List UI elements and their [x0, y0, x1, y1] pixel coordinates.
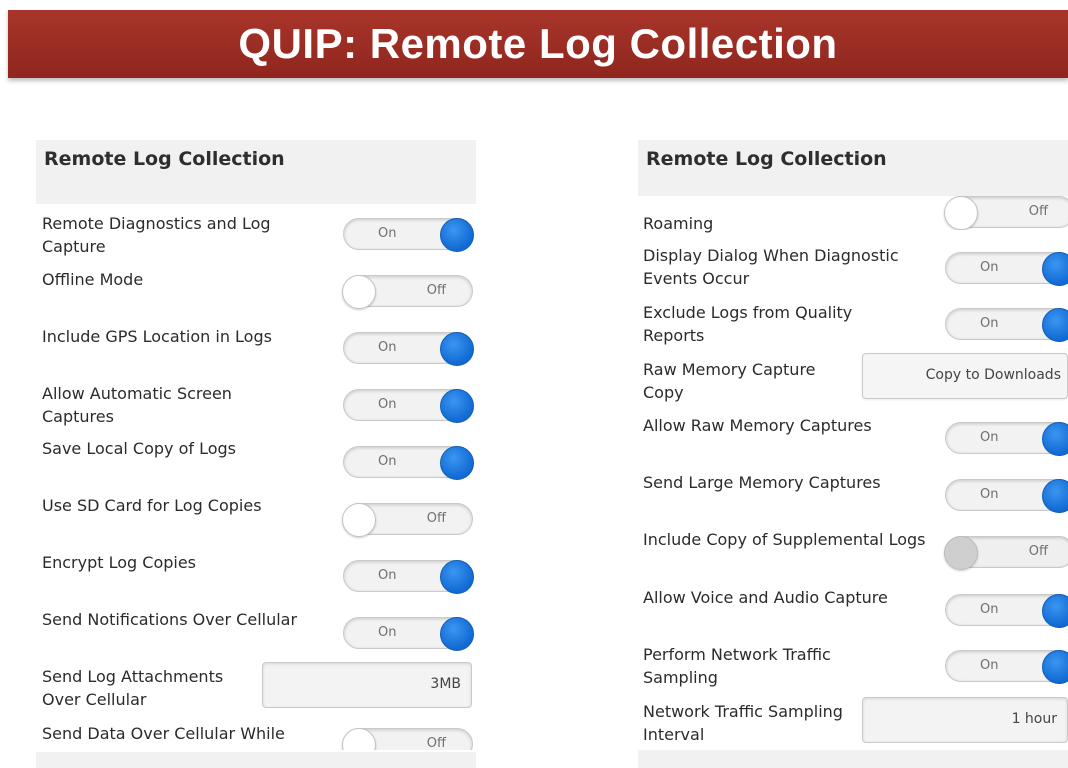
toggle-knob	[440, 332, 474, 366]
toggle-knob	[342, 275, 376, 309]
left-section-footer	[36, 752, 476, 768]
use-sd-card-toggle[interactable]: Off	[342, 503, 473, 537]
left-section-title: Remote Log Collection	[44, 148, 285, 170]
field-value: 3MB	[430, 676, 461, 692]
include-gps-label: Include GPS Location in Logs	[42, 327, 272, 346]
toggle-knob	[440, 617, 474, 651]
toggle-state-text: On	[980, 316, 999, 331]
toggle-knob	[944, 536, 978, 570]
send-large-memory-clip: On	[940, 477, 1068, 517]
network-traffic-sampling-toggle[interactable]: On	[945, 650, 1068, 684]
toggle-state-text: Off	[426, 511, 446, 526]
toggle-knob	[1042, 479, 1068, 513]
toggle-knob	[342, 728, 376, 750]
raw-memory-capture-copy-label: Raw Memory Capture Copy	[643, 360, 816, 402]
toggle-state-text: On	[980, 658, 999, 673]
log-attachments-cellular-label: Send Log Attachments Over Cellular	[42, 667, 224, 709]
remote-diagnostics-toggle[interactable]: On	[343, 218, 474, 252]
toggle-state-text: On	[378, 226, 397, 241]
toggle-state-text: Off	[426, 283, 446, 298]
allow-raw-memory-clip: On	[940, 420, 1068, 460]
log-attachments-size-field[interactable]: 3MB	[262, 662, 472, 708]
encrypt-log-copies-label: Encrypt Log Copies	[42, 553, 197, 572]
supplemental-logs-label: Include Copy of Supplemental Logs	[643, 530, 926, 549]
sampling-interval-field[interactable]: 1 hour	[862, 697, 1068, 743]
toggle-knob	[944, 196, 978, 230]
toggle-knob	[1042, 594, 1068, 628]
right-section-title: Remote Log Collection	[646, 148, 887, 170]
roaming-toggle[interactable]: Off	[944, 196, 1068, 230]
exclude-logs-clip: On	[940, 306, 1068, 346]
toggle-knob	[1042, 308, 1068, 342]
send-notifications-cellular-toggle[interactable]: On	[343, 617, 474, 651]
offline-mode-toggle[interactable]: Off	[342, 275, 473, 309]
allow-raw-memory-label: Allow Raw Memory Captures	[643, 416, 872, 435]
right-section-footer	[638, 750, 1068, 768]
toggle-state-text: On	[378, 568, 397, 583]
voice-audio-capture-clip: On	[940, 592, 1068, 632]
use-sd-card-label: Use SD Card for Log Copies	[42, 496, 262, 515]
offline-mode-label: Offline Mode	[42, 270, 144, 289]
roaming-clip: Off	[940, 196, 1068, 230]
supplemental-logs-clip: Off	[940, 534, 1068, 574]
display-dialog-label: Display Dialog When Diagnostic Events Oc…	[643, 246, 899, 288]
sampling-interval-label: Network Traffic Sampling Interval	[643, 702, 843, 744]
toggle-state-text: On	[980, 487, 999, 502]
button-label: Copy to Downloads	[925, 367, 1061, 383]
toggle-state-text: On	[378, 454, 397, 469]
toggle-knob	[440, 389, 474, 423]
exclude-logs-label: Exclude Logs from Quality Reports	[643, 303, 853, 345]
save-local-copy-label: Save Local Copy of Logs	[42, 439, 237, 458]
send-notifications-cellular-label: Send Notifications Over Cellular	[42, 610, 298, 629]
field-value: 1 hour	[1011, 711, 1057, 727]
copy-to-downloads-button[interactable]: Copy to Downloads	[862, 353, 1068, 399]
toggle-knob	[1042, 252, 1068, 286]
data-over-cellular-label: Send Data Over Cellular While	[42, 724, 285, 743]
include-gps-toggle[interactable]: On	[343, 332, 474, 366]
network-traffic-sampling-label: Perform Network Traffic Sampling	[643, 645, 831, 687]
toggle-state-text: On	[378, 340, 397, 355]
allow-raw-memory-toggle[interactable]: On	[945, 422, 1068, 456]
automatic-screen-captures-toggle[interactable]: On	[343, 389, 474, 423]
display-dialog-clip: On	[940, 250, 1068, 290]
automatic-screen-captures-label: Allow Automatic Screen Captures	[42, 384, 232, 426]
toggle-state-text: On	[378, 625, 397, 640]
page-title: QUIP: Remote Log Collection	[238, 20, 838, 67]
left-section-header: Remote Log Collection	[36, 140, 476, 204]
supplemental-logs-toggle[interactable]: Off	[944, 536, 1068, 570]
toggle-state-text: On	[980, 430, 999, 445]
toggle-state-text: Off	[1028, 204, 1048, 219]
toggle-state-text: Off	[1028, 544, 1048, 559]
voice-audio-capture-label: Allow Voice and Audio Capture	[643, 588, 888, 607]
toggle-state-text: On	[980, 260, 999, 275]
toggle-knob	[440, 446, 474, 480]
toggle-knob	[440, 218, 474, 252]
network-traffic-sampling-clip: On	[940, 648, 1068, 688]
toggle-knob	[342, 503, 376, 537]
title-banner: QUIP: Remote Log Collection	[8, 10, 1068, 78]
roaming-label: Roaming	[643, 214, 714, 233]
toggle-knob	[1042, 422, 1068, 456]
toggle-knob	[440, 560, 474, 594]
display-dialog-toggle[interactable]: On	[945, 252, 1068, 286]
data-over-cellular-toggle[interactable]: Off	[342, 728, 473, 750]
data-over-cellular-clip: Off	[340, 728, 480, 750]
toggle-state-text: On	[980, 602, 999, 617]
send-large-memory-label: Send Large Memory Captures	[643, 473, 881, 492]
voice-audio-capture-toggle[interactable]: On	[945, 594, 1068, 628]
toggle-state-text: Off	[426, 736, 446, 750]
save-local-copy-toggle[interactable]: On	[343, 446, 474, 480]
encrypt-log-copies-toggle[interactable]: On	[343, 560, 474, 594]
send-large-memory-toggle[interactable]: On	[945, 479, 1068, 513]
right-section-header: Remote Log Collection	[638, 140, 1068, 196]
exclude-logs-toggle[interactable]: On	[945, 308, 1068, 342]
remote-diagnostics-label: Remote Diagnostics and Log Capture	[42, 214, 271, 256]
toggle-knob	[1042, 650, 1068, 684]
toggle-state-text: On	[378, 397, 397, 412]
